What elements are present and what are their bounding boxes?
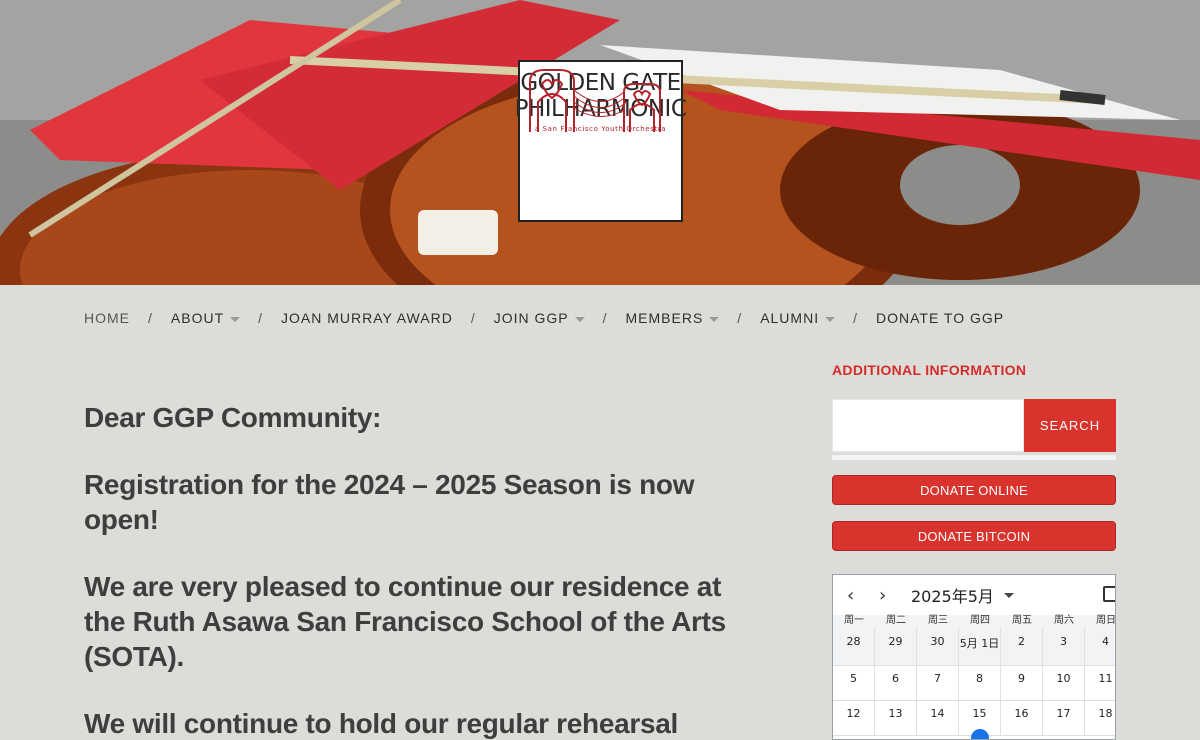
logo-ironwork-art bbox=[529, 69, 661, 132]
chevron-right-icon[interactable]: › bbox=[879, 585, 911, 606]
main-content: Dear GGP Community: Registration for the… bbox=[84, 400, 764, 740]
sidebar-title: ADDITIONAL INFORMATION bbox=[832, 362, 1027, 378]
nav-alumni-label: ALUMNI bbox=[760, 310, 820, 326]
weekday-label: 周六 bbox=[1043, 615, 1085, 627]
nav-joan-murray-award[interactable]: JOAN MURRAY AWARD bbox=[281, 310, 453, 326]
weekday-label: 周四 bbox=[959, 615, 1001, 627]
nav-members[interactable]: MEMBERS bbox=[626, 310, 720, 326]
chevron-down-icon bbox=[230, 316, 241, 322]
calendar-day[interactable]: 7 bbox=[917, 666, 959, 701]
hero-banner: GOLDEN GATE PHILHARMONIC a San Francisco… bbox=[0, 0, 1200, 285]
weekday-label: 周二 bbox=[875, 615, 917, 627]
nav-separator: / bbox=[853, 310, 858, 326]
residence-announcement: We are very pleased to continue our resi… bbox=[84, 571, 726, 672]
weekday-label: 周三 bbox=[917, 615, 959, 627]
nav-separator: / bbox=[148, 310, 153, 326]
calendar-day[interactable]: 17 bbox=[1043, 701, 1085, 736]
calendar-day[interactable]: 6 bbox=[875, 666, 917, 701]
feedback-icon[interactable] bbox=[1103, 586, 1115, 602]
greeting-heading: Dear GGP Community: bbox=[84, 402, 382, 433]
search-input[interactable] bbox=[832, 399, 1024, 452]
search-form: SEARCH bbox=[832, 399, 1116, 453]
weekday-label: 周五 bbox=[1001, 615, 1043, 627]
calendar-day[interactable]: 16 bbox=[1001, 701, 1043, 736]
calendar-day[interactable]: 5月 1日 bbox=[959, 627, 1001, 666]
calendar-day[interactable]: 29 bbox=[875, 627, 917, 666]
calendar-header: ‹ › 2025年5月 bbox=[833, 575, 1115, 615]
nav-joan-murray-award-label: JOAN MURRAY AWARD bbox=[281, 310, 453, 326]
calendar-widget: ‹ › 2025年5月 周一 周二 周三 周四 周五 周六 周日 28 29 3… bbox=[832, 574, 1116, 740]
calendar-day[interactable]: 28 bbox=[833, 627, 875, 666]
rehearsal-announcement: We will continue to hold our regular reh… bbox=[84, 708, 679, 739]
registration-announcement: Registration for the 2024 – 2025 Season … bbox=[84, 469, 695, 535]
weekday-label: 周一 bbox=[833, 615, 875, 627]
donate-bitcoin-button[interactable]: DONATE BITCOIN bbox=[832, 521, 1116, 551]
calendar-day[interactable]: 10 bbox=[1043, 666, 1085, 701]
nav-separator: / bbox=[258, 310, 264, 326]
nav-join-ggp[interactable]: JOIN GGP bbox=[494, 310, 585, 326]
nav-home-label: HOME bbox=[84, 310, 130, 326]
chevron-down-icon bbox=[574, 316, 585, 322]
nav-donate-to-ggp[interactable]: DONATE TO GGP bbox=[876, 310, 1004, 326]
caret-down-icon[interactable] bbox=[1003, 592, 1014, 598]
chevron-left-icon[interactable]: ‹ bbox=[847, 585, 879, 606]
calendar-day[interactable]: 18 bbox=[1085, 701, 1115, 736]
nav-separator: / bbox=[470, 310, 476, 326]
calendar-day[interactable]: 4 bbox=[1085, 627, 1115, 666]
calendar-day[interactable]: 15 bbox=[959, 701, 1001, 739]
nav-home[interactable]: HOME bbox=[84, 310, 130, 326]
calendar-day[interactable]: 14 bbox=[917, 701, 959, 736]
nav-members-label: MEMBERS bbox=[625, 310, 704, 326]
nav-separator: / bbox=[602, 310, 608, 326]
nav-join-ggp-label: JOIN GGP bbox=[493, 310, 569, 326]
event-dot-icon bbox=[971, 729, 989, 739]
nav-about[interactable]: ABOUT bbox=[170, 310, 241, 326]
nav-separator: / bbox=[737, 310, 743, 326]
nav-donate-to-ggp-label: DONATE TO GGP bbox=[875, 310, 1005, 326]
calendar-day[interactable]: 3 bbox=[1043, 627, 1085, 666]
main-nav: HOME / ABOUT / JOAN MURRAY AWARD / JOIN … bbox=[84, 308, 1004, 328]
site-logo[interactable]: GOLDEN GATE PHILHARMONIC a San Francisco… bbox=[515, 60, 687, 222]
calendar-day[interactable]: 2 bbox=[1001, 627, 1043, 666]
calendar-day[interactable]: 5 bbox=[833, 666, 875, 701]
chevron-down-icon bbox=[709, 316, 720, 322]
calendar-day[interactable]: 9 bbox=[1001, 666, 1043, 701]
weekday-label: 周日 bbox=[1085, 615, 1115, 627]
calendar-day-number: 15 bbox=[972, 707, 987, 720]
search-button[interactable]: SEARCH bbox=[1024, 399, 1116, 452]
calendar-day[interactable]: 30 bbox=[917, 627, 959, 666]
donate-online-button[interactable]: DONATE ONLINE bbox=[832, 475, 1116, 505]
chevron-down-icon bbox=[825, 316, 836, 322]
search-divider bbox=[832, 455, 1116, 460]
calendar-day[interactable]: 13 bbox=[875, 701, 917, 736]
nav-alumni[interactable]: ALUMNI bbox=[760, 310, 836, 326]
calendar-day[interactable]: 8 bbox=[959, 666, 1001, 701]
calendar-day[interactable]: 11 bbox=[1085, 666, 1115, 701]
calendar-grid: 周一 周二 周三 周四 周五 周六 周日 28 29 30 5月 1日 2 3 … bbox=[833, 615, 1115, 739]
nav-about-label: ABOUT bbox=[170, 310, 225, 326]
calendar-month-label[interactable]: 2025年5月 bbox=[911, 583, 994, 607]
calendar-day[interactable]: 12 bbox=[833, 701, 875, 736]
